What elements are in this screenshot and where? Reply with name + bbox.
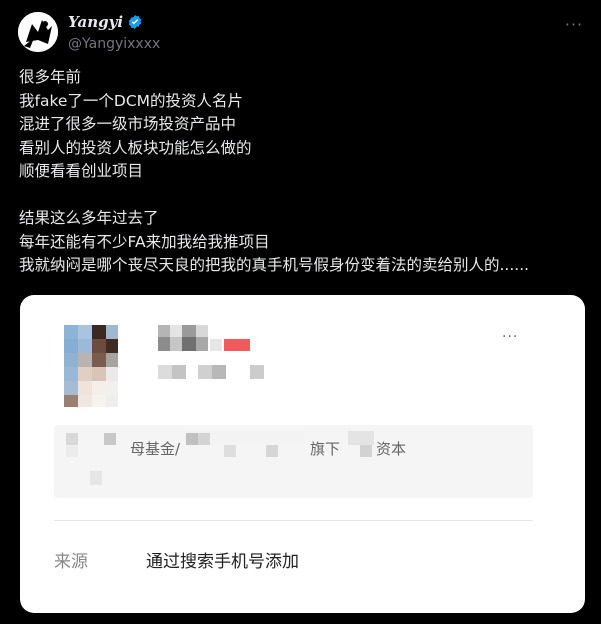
tweet-header: Yangyi @Yangyixxxx ··· — [18, 10, 588, 58]
tweet-text: 很多年前 我fake了一个DCM的投资人名片 混进了很多一级市场投资产品中 看别… — [19, 68, 530, 274]
display-name[interactable]: Yangyi — [68, 12, 123, 32]
company-name-fragment-2: 旗下 — [310, 440, 341, 458]
more-options-button[interactable]: ··· — [564, 14, 584, 34]
card-more-icon[interactable]: ··· — [502, 329, 518, 345]
verified-badge-icon — [128, 15, 142, 29]
avatar-image-icon — [18, 12, 58, 52]
company-name-fragment-1: 母基金/ — [130, 440, 181, 458]
source-value: 通过搜索手机号添加 — [146, 552, 299, 572]
avatar[interactable] — [18, 12, 58, 52]
attached-screenshot-card[interactable]: ··· 母基金/ 旗下 资本 来源 通过搜索手机号添加 — [20, 295, 585, 613]
company-info-box: 母基金/ 旗下 资本 — [54, 425, 533, 498]
source-label: 来源 — [54, 552, 88, 572]
display-name-row[interactable]: Yangyi — [68, 12, 160, 32]
user-handle[interactable]: @Yangyixxxx — [68, 34, 160, 54]
company-name-fragment-3: 资本 — [376, 440, 407, 458]
card-divider — [54, 520, 533, 521]
more-horizontal-icon: ··· — [564, 14, 584, 34]
user-names: Yangyi @Yangyixxxx — [68, 12, 160, 54]
